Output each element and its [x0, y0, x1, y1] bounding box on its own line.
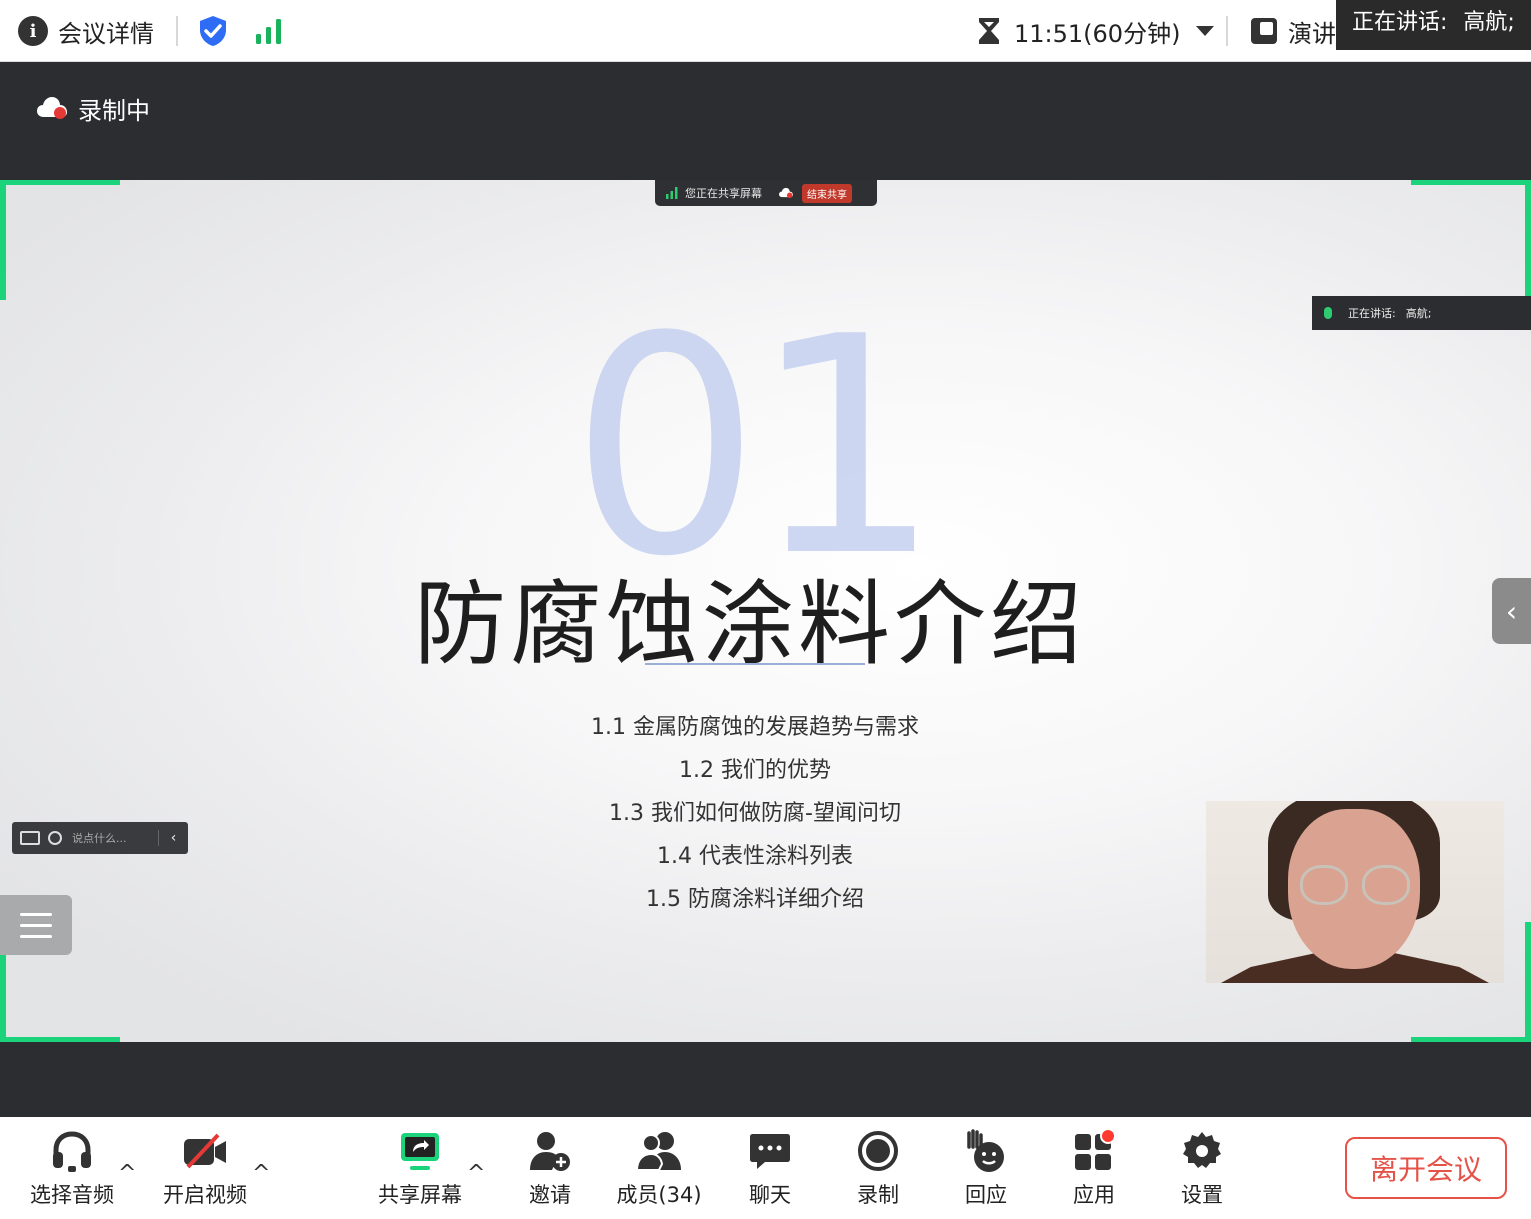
share-border-corner — [0, 180, 120, 300]
members-label: 成员(34) — [616, 1183, 702, 1207]
glasses-lens — [1300, 865, 1348, 905]
react-button[interactable]: 回应 — [936, 1127, 1036, 1209]
chevron-up-icon[interactable]: ^ — [252, 1161, 270, 1186]
glasses-lens — [1362, 865, 1410, 905]
list-icon — [20, 934, 52, 938]
recording-status[interactable]: 录制中 — [36, 92, 150, 125]
audio-label: 选择音频 — [30, 1183, 114, 1207]
speaking-name: 高航; — [1463, 10, 1515, 35]
network-signal-button[interactable] — [254, 0, 284, 62]
chat-button[interactable]: 聊天 — [720, 1127, 820, 1209]
layout-icon — [1251, 18, 1277, 44]
chat-label: 聊天 — [749, 1183, 791, 1207]
shield-icon — [200, 16, 226, 46]
chevron-up-icon[interactable]: ^ — [467, 1161, 485, 1186]
talking-name: 高航; — [1405, 307, 1432, 320]
timer-text: 11:51(60分钟) — [1014, 19, 1181, 48]
speaking-indicator: 正在讲话: 高航; — [1336, 0, 1531, 50]
meeting-details-button[interactable]: i 会议详情 — [18, 0, 154, 62]
camera-off-icon — [184, 1133, 226, 1169]
apps-label: 应用 — [1073, 1183, 1115, 1207]
members-button[interactable]: 成员(34) — [609, 1127, 709, 1209]
speaker-view-label: 演讲 — [1288, 19, 1336, 48]
share-screen-button[interactable]: 共享屏幕 — [370, 1127, 470, 1209]
chevron-down-icon — [1196, 26, 1215, 36]
video-label: 开启视频 — [163, 1183, 247, 1207]
meeting-window: i 会议详情 11:51(60分钟) 演讲 正在讲话: 高航; 录制中 您正在共… — [0, 0, 1531, 1219]
apps-button[interactable]: 应用 — [1044, 1127, 1144, 1209]
invite-button[interactable]: 邀请 — [500, 1127, 600, 1209]
shared-screen: 您正在共享屏幕 结束共享 01 防腐蚀涂料介绍 1.1 金属防腐蚀的发展趋势与需… — [0, 180, 1531, 1042]
bottom-toolbar: 选择音频 ^ 开启视频 ^ 共享屏幕 ^ 邀请 成员(34) 聊天 录制 回应 … — [0, 1117, 1531, 1219]
raise-hand-icon — [967, 1129, 1004, 1172]
top-bar: i 会议详情 11:51(60分钟) 演讲 正在讲话: 高航; — [0, 0, 1531, 62]
toc-item: 1.1 金属防腐蚀的发展趋势与需求 — [591, 715, 919, 740]
signal-icon — [666, 187, 678, 199]
share-status-bar: 您正在共享屏幕 结束共享 — [655, 180, 877, 206]
invite-label: 邀请 — [529, 1183, 571, 1207]
quick-chat-bar[interactable]: 说点什么... ‹ — [12, 822, 188, 854]
title-underline — [645, 663, 865, 665]
chevron-up-icon[interactable]: ^ — [118, 1161, 136, 1186]
share-status-text: 您正在共享屏幕 — [685, 187, 762, 200]
security-shield-button[interactable] — [198, 0, 228, 62]
chevron-left-icon[interactable]: ‹ — [158, 830, 188, 846]
divider — [176, 16, 178, 46]
share-screen-label: 共享屏幕 — [378, 1183, 462, 1207]
emoji-icon[interactable] — [48, 831, 62, 845]
cloud-record-icon — [37, 97, 67, 119]
toc-item: 1.2 我们的优势 — [679, 758, 831, 783]
list-icon — [20, 912, 52, 916]
settings-label: 设置 — [1181, 1183, 1223, 1207]
signal-icon — [256, 19, 281, 44]
leave-meeting-button[interactable]: 离开会议 — [1345, 1137, 1507, 1199]
info-icon: i — [18, 16, 48, 46]
chat-window-icon[interactable] — [20, 831, 40, 845]
talking-prefix: 正在讲话: — [1348, 307, 1396, 320]
record-icon — [858, 1131, 898, 1171]
current-speaker-box: 正在讲话: 高航; — [1312, 296, 1531, 330]
record-label: 录制 — [857, 1183, 899, 1207]
apps-icon — [1075, 1129, 1116, 1170]
speaker-view-button[interactable]: 演讲 — [1250, 0, 1336, 62]
chat-icon — [750, 1134, 790, 1169]
collapse-panel-button[interactable]: ‹ — [1492, 578, 1531, 644]
divider — [1226, 16, 1228, 46]
speaking-prefix: 正在讲话: — [1352, 10, 1448, 35]
end-share-button[interactable]: 结束共享 — [802, 183, 852, 203]
share-screen-icon — [401, 1133, 439, 1170]
microphone-icon — [1324, 307, 1332, 319]
share-border-corner — [1411, 180, 1531, 300]
cloud-record-icon — [779, 187, 793, 199]
members-icon — [635, 1132, 681, 1171]
chat-input[interactable]: 说点什么... — [72, 830, 127, 846]
gear-icon — [1183, 1132, 1221, 1168]
meeting-timer-dropdown[interactable]: 11:51(60分钟) — [976, 0, 1215, 62]
audio-button[interactable]: 选择音频 — [22, 1127, 122, 1209]
recording-label: 录制中 — [78, 96, 150, 125]
settings-button[interactable]: 设置 — [1152, 1127, 1252, 1209]
chevron-left-icon: ‹ — [1505, 594, 1518, 628]
presenter-video[interactable] — [1206, 801, 1504, 983]
headphones-icon — [53, 1131, 91, 1172]
meeting-details-label: 会议详情 — [58, 19, 154, 48]
list-menu-button[interactable] — [0, 895, 72, 955]
record-button[interactable]: 录制 — [828, 1127, 928, 1209]
hourglass-icon — [979, 18, 999, 44]
add-user-icon — [530, 1132, 570, 1171]
react-label: 回应 — [965, 1183, 1007, 1207]
video-button[interactable]: 开启视频 — [155, 1127, 255, 1209]
list-icon — [20, 923, 52, 927]
